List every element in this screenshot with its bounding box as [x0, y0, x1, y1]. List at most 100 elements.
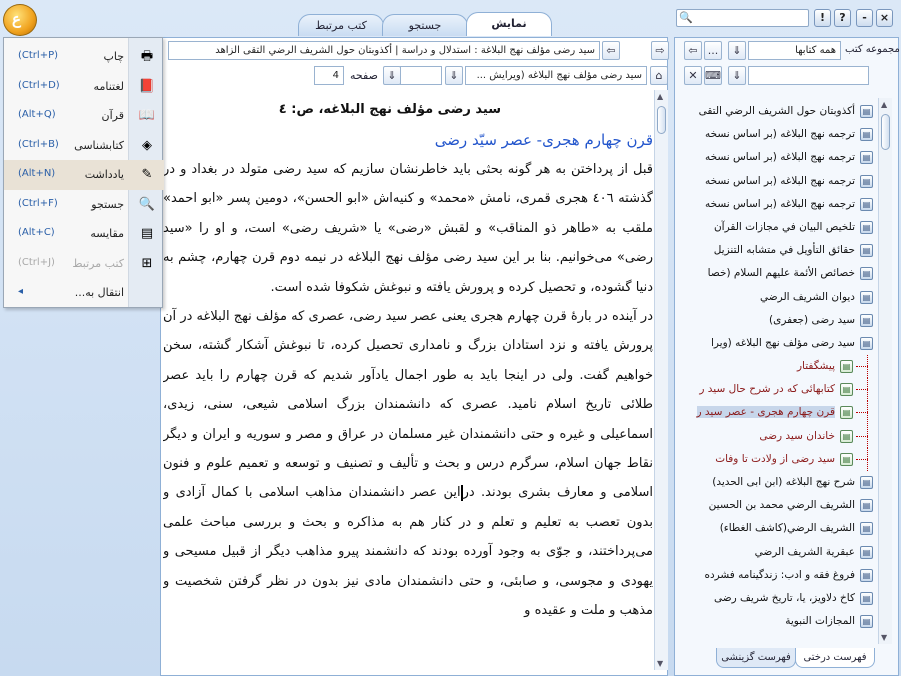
tree-child-item[interactable]: ▤ خاندان سيد رضى	[680, 424, 875, 448]
menu-item[interactable]: انتقال به... ◂	[4, 278, 164, 308]
document-scrollbar[interactable]: ▲ ▼	[654, 90, 668, 670]
main-tabs: نمایش جستجو کتب مرتبط	[298, 12, 552, 36]
menu-item[interactable]: ▤ مقایسه (Alt+C)	[4, 219, 164, 249]
menu-item-shortcut: (Ctrl+P)	[18, 50, 59, 61]
help-button[interactable]: ?	[834, 9, 851, 27]
menu-item[interactable]: 🖶 چاپ (Ctrl+P)	[4, 42, 164, 72]
menu-item-shortcut: (Ctrl+F)	[18, 197, 58, 209]
app-window: ع نمایش جستجو کتب مرتبط 🔍 ! ? - × ⇨ ⇦ سی…	[0, 0, 901, 676]
tree-book-item[interactable]: ▤ فروغ فقه و ادب: زندگينامه فشرده	[680, 564, 875, 587]
tree-child-item[interactable]: ▤ پيشگفتار	[680, 355, 875, 379]
tree-book-item[interactable]: ▤ سيد رضى مؤلف نهج البلاغه (ويرا	[680, 332, 875, 355]
menu-item-shortcut: (Alt+N)	[18, 168, 56, 179]
scroll-thumb[interactable]	[657, 106, 666, 134]
menu-item-label: کتابشناسی	[74, 138, 124, 152]
page-input[interactable]: 4	[314, 66, 344, 85]
book-select[interactable]: سید رضی مؤلف نهج البلاغه (ویرایش ...	[465, 66, 647, 85]
collection-select[interactable]: همه کتابها	[748, 41, 841, 60]
collection-dropdown-chevron-icon[interactable]: ⇓	[728, 41, 746, 60]
tree-book-item[interactable]: ▤ شرح نهج البلاغه (ابن ابى الحديد)	[680, 471, 875, 494]
nav-back-icon[interactable]: ⇦	[684, 41, 702, 60]
tree-book-item[interactable]: ▤ تلخيص البيان في مجازات القرآن	[680, 216, 875, 239]
breadcrumb[interactable]: سید رضی مؤلف نهج البلاغة : استدلال و درا…	[168, 41, 600, 60]
tools-icon[interactable]: ✕	[684, 66, 702, 85]
tree-book-item[interactable]: ▤ الشريف الرضي(كاشف الغطاء)	[680, 517, 875, 540]
close-button[interactable]: ×	[876, 9, 893, 27]
quick-search-input[interactable]: 🔍	[676, 9, 809, 27]
tag-icon[interactable]: ⌂	[650, 66, 668, 85]
book-icon: ▤	[860, 290, 873, 304]
minimize-button[interactable]: -	[856, 9, 873, 27]
tree-book-item[interactable]: ▤ كاخ دلاويز، يا، تاريخ شريف رضى	[680, 587, 875, 610]
book-icon: ▤	[860, 197, 873, 211]
scroll-down-icon[interactable]: ▼	[881, 633, 887, 642]
menu-item[interactable]: 📖 قرآن (Alt+Q)	[4, 101, 164, 131]
alert-button[interactable]: !	[814, 9, 831, 27]
nav-forward-icon[interactable]: ⇨	[651, 41, 669, 60]
app-logo-button[interactable]: ع	[3, 4, 37, 36]
menu-item-label: قرآن	[101, 109, 124, 122]
tab-tree-index[interactable]: فهرست درختی	[795, 648, 875, 668]
menu-item[interactable]: ◈ کتابشناسی (Ctrl+B)	[4, 131, 164, 161]
tree-search-input[interactable]	[748, 66, 869, 85]
tree-book-item[interactable]: ▤ خصائص الأئمة عليهم السلام (خصا	[680, 262, 875, 285]
book-icon: ▤	[860, 267, 873, 281]
tree-search-chevron-icon[interactable]: ⇓	[728, 66, 746, 85]
keyboard-icon[interactable]: ⌨	[704, 66, 722, 85]
collection-label: مجموعه کتب	[845, 44, 900, 55]
scroll-down-icon[interactable]: ▼	[657, 659, 663, 668]
tab-search[interactable]: جستجو	[382, 14, 468, 36]
tree-book-item[interactable]: ▤ حقائق التأويل في متشابه التنزيل	[680, 239, 875, 262]
scroll-up-icon[interactable]: ▲	[657, 92, 663, 101]
move-icon	[137, 284, 157, 302]
tree-book-item[interactable]: ▤ ديوان الشريف الرضي	[680, 286, 875, 309]
tree-book-item[interactable]: ▤ ترجمه نهج البلاغه (بر اساس نسخه	[680, 170, 875, 193]
page-nav-field[interactable]	[400, 66, 442, 85]
tree-child-item[interactable]: ▤ سيد رضى از ولادت تا وفات	[680, 447, 875, 471]
tree-item-label: حقائق التأويل في متشابه التنزيل	[713, 244, 855, 257]
tree-book-item[interactable]: ▤ أكذوبتان حول الشريف الرضي التقى	[680, 100, 875, 123]
menu-item[interactable]: 📕 لغتنامه (Ctrl+D)	[4, 72, 164, 102]
menu-item-label: چاپ	[103, 50, 124, 63]
related-books-icon: ⊞	[141, 255, 153, 271]
book-icon: ▤	[860, 105, 873, 118]
tree-book-item[interactable]: ▤ المجازات النبوية	[680, 610, 875, 633]
tab-display[interactable]: نمایش	[466, 12, 552, 36]
book-icon: ▤	[860, 568, 873, 582]
tab-selective-index[interactable]: فهرست گزینشی	[716, 648, 796, 668]
paragraph-text: در آينده در بارۀ قرن چهارم هجرى يعنى عصر…	[163, 309, 653, 501]
book-icon: ▤	[860, 545, 873, 559]
tree-book-item[interactable]: ▤ الشريف الرضي محمد بن الحسين	[680, 494, 875, 517]
scroll-thumb[interactable]	[881, 114, 890, 150]
tree-item-label: الشريف الرضي محمد بن الحسين	[708, 499, 855, 512]
menu-item[interactable]: 🔍 جستجو (Ctrl+F)	[4, 190, 164, 220]
menu-item-label: جستجو	[91, 197, 124, 211]
book-icon: ▤	[860, 174, 873, 188]
tree-item-label: خاندان سيد رضى	[759, 429, 835, 442]
tree-child-item[interactable]: ▤ كتابهائى كه در شرح حال سيد ر	[680, 378, 875, 402]
tree-child-item[interactable]: ▤ قرن چهارم هجرى - عصر سيد ر	[680, 401, 875, 425]
tree-book-item[interactable]: ▤ عبقرية الشريف الرضي	[680, 541, 875, 564]
tree-book-item[interactable]: ▤ ترجمه نهج البلاغه (بر اساس نسخه	[680, 193, 875, 216]
menu-item-shortcut: ◂	[18, 286, 24, 297]
app-menu: 🖶 چاپ (Ctrl+P) 📕 لغتنامه (Ctrl+D) 📖 قرآن (Alt+Q)…	[3, 37, 164, 308]
menu-item: ⊞ کتب مرتبط (Ctrl+J)	[4, 249, 164, 279]
tree-book-item[interactable]: ▤ ترجمه نهج البلاغه (بر اساس نسخه	[680, 123, 875, 146]
book-tree: ▤ أكذوبتان حول الشريف الرضي التقى ▤ ترجمه ن…	[680, 100, 875, 645]
search-icon: 🔍	[679, 11, 693, 24]
book-dropdown-chevron-icon[interactable]: ⇓	[445, 66, 463, 85]
tab-related-books[interactable]: کتب مرتبط	[298, 14, 384, 36]
tree-scrollbar[interactable]: ▲ ▼	[878, 98, 892, 644]
tree-book-item[interactable]: ▤ ترجمه نهج البلاغه (بر اساس نسخه	[680, 146, 875, 169]
logo-glyph: ع	[12, 10, 21, 28]
more-options-button[interactable]: ...	[704, 41, 722, 60]
tree-book-item[interactable]: ▤ سيد رضى (جعفرى)	[680, 309, 875, 332]
document-body: سيد رضى مؤلف نهج البلاغه، ص: ٤ قرن چهارم…	[163, 90, 653, 670]
menu-item[interactable]: ✎ یادداشت (Alt+N)	[4, 160, 164, 190]
menu-item-label: انتقال به...	[74, 286, 124, 299]
book-icon: ▤	[860, 499, 873, 513]
tree-item-label: سيد رضى مؤلف نهج البلاغه (ويرا	[710, 336, 855, 349]
scroll-up-icon[interactable]: ▲	[881, 100, 887, 109]
page-down-chevron-icon[interactable]: ⇓	[383, 66, 401, 85]
nav-back-icon[interactable]: ⇦	[602, 41, 620, 60]
